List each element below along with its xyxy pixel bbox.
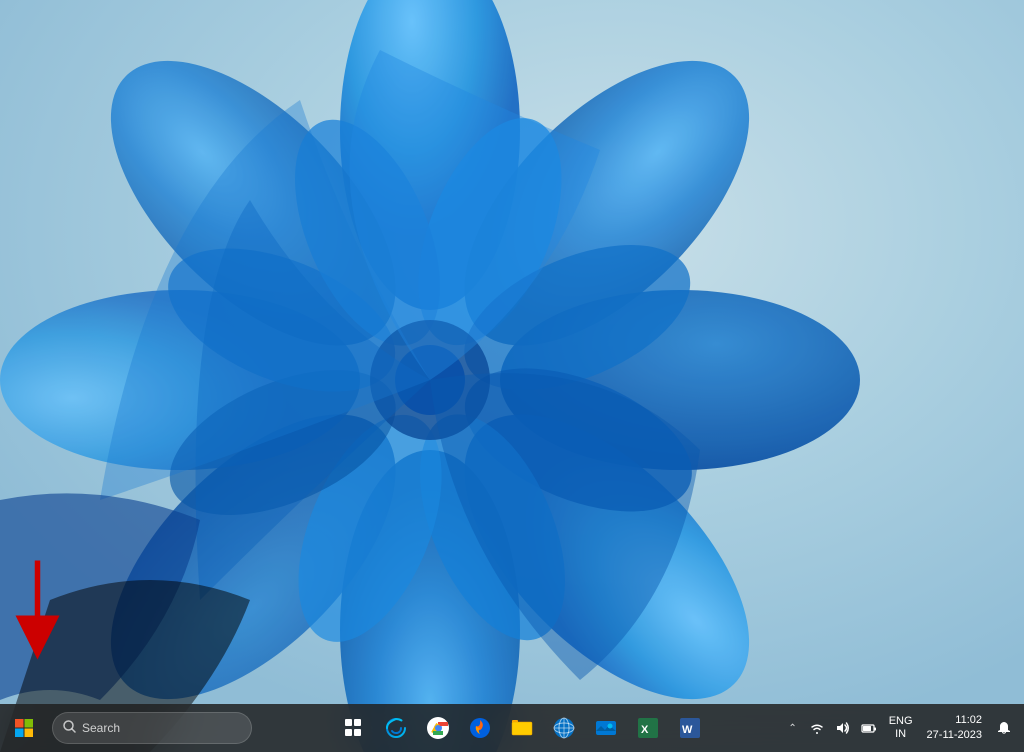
- wifi-icon[interactable]: [805, 718, 829, 738]
- system-tray: ⌃: [784, 713, 1024, 744]
- search-bar[interactable]: Search: [52, 712, 252, 744]
- ie-globe-icon: [552, 716, 576, 740]
- taskbar-center-icons: X W: [260, 704, 784, 752]
- edge-icon: [384, 716, 408, 740]
- windows-logo-icon: [14, 718, 34, 738]
- photos-icon: [594, 716, 618, 740]
- svg-text:X: X: [641, 724, 649, 736]
- taskbar-icon-chrome[interactable]: [418, 704, 458, 752]
- firefox-icon: [468, 716, 492, 740]
- time-display: 11:02: [955, 713, 982, 728]
- search-icon: [63, 720, 76, 736]
- svg-text:W: W: [682, 724, 693, 736]
- taskbar-icon-ie-globe[interactable]: [544, 704, 584, 752]
- chrome-icon: [426, 716, 450, 740]
- lang-region: IN: [895, 728, 906, 741]
- taskbar-icon-edge[interactable]: [376, 704, 416, 752]
- date-display: 27-11-2023: [927, 728, 982, 743]
- notification-button[interactable]: [992, 718, 1016, 738]
- lang-code: ENG: [889, 715, 913, 728]
- taskbar-icon-photos[interactable]: [586, 704, 626, 752]
- desktop: Search: [0, 0, 1024, 752]
- start-button[interactable]: [0, 704, 48, 752]
- taskbar-left: Search: [0, 704, 252, 752]
- taskbar-icon-taskview[interactable]: [334, 704, 374, 752]
- wallpaper: [0, 0, 1024, 752]
- word-icon: W: [678, 716, 702, 740]
- taskbar-icon-firefox[interactable]: [460, 704, 500, 752]
- excel-icon: X: [636, 716, 660, 740]
- tray-system-icons[interactable]: [805, 718, 881, 738]
- taskbar-icon-word[interactable]: W: [670, 704, 710, 752]
- taskbar-icon-explorer[interactable]: [502, 704, 542, 752]
- file-explorer-icon: [510, 716, 534, 740]
- annotation-arrow: [10, 555, 65, 665]
- clock[interactable]: 11:02 27-11-2023: [921, 713, 988, 744]
- battery-icon[interactable]: [857, 718, 881, 738]
- notification-bell-icon: [996, 720, 1012, 736]
- language-indicator[interactable]: ENG IN: [885, 715, 917, 741]
- taskbar-icon-excel[interactable]: X: [628, 704, 668, 752]
- volume-icon[interactable]: [831, 718, 855, 738]
- taskbar: Search: [0, 704, 1024, 752]
- tray-chevron-button[interactable]: ⌃: [784, 721, 800, 736]
- search-label: Search: [82, 721, 120, 735]
- taskview-icon: [345, 719, 363, 737]
